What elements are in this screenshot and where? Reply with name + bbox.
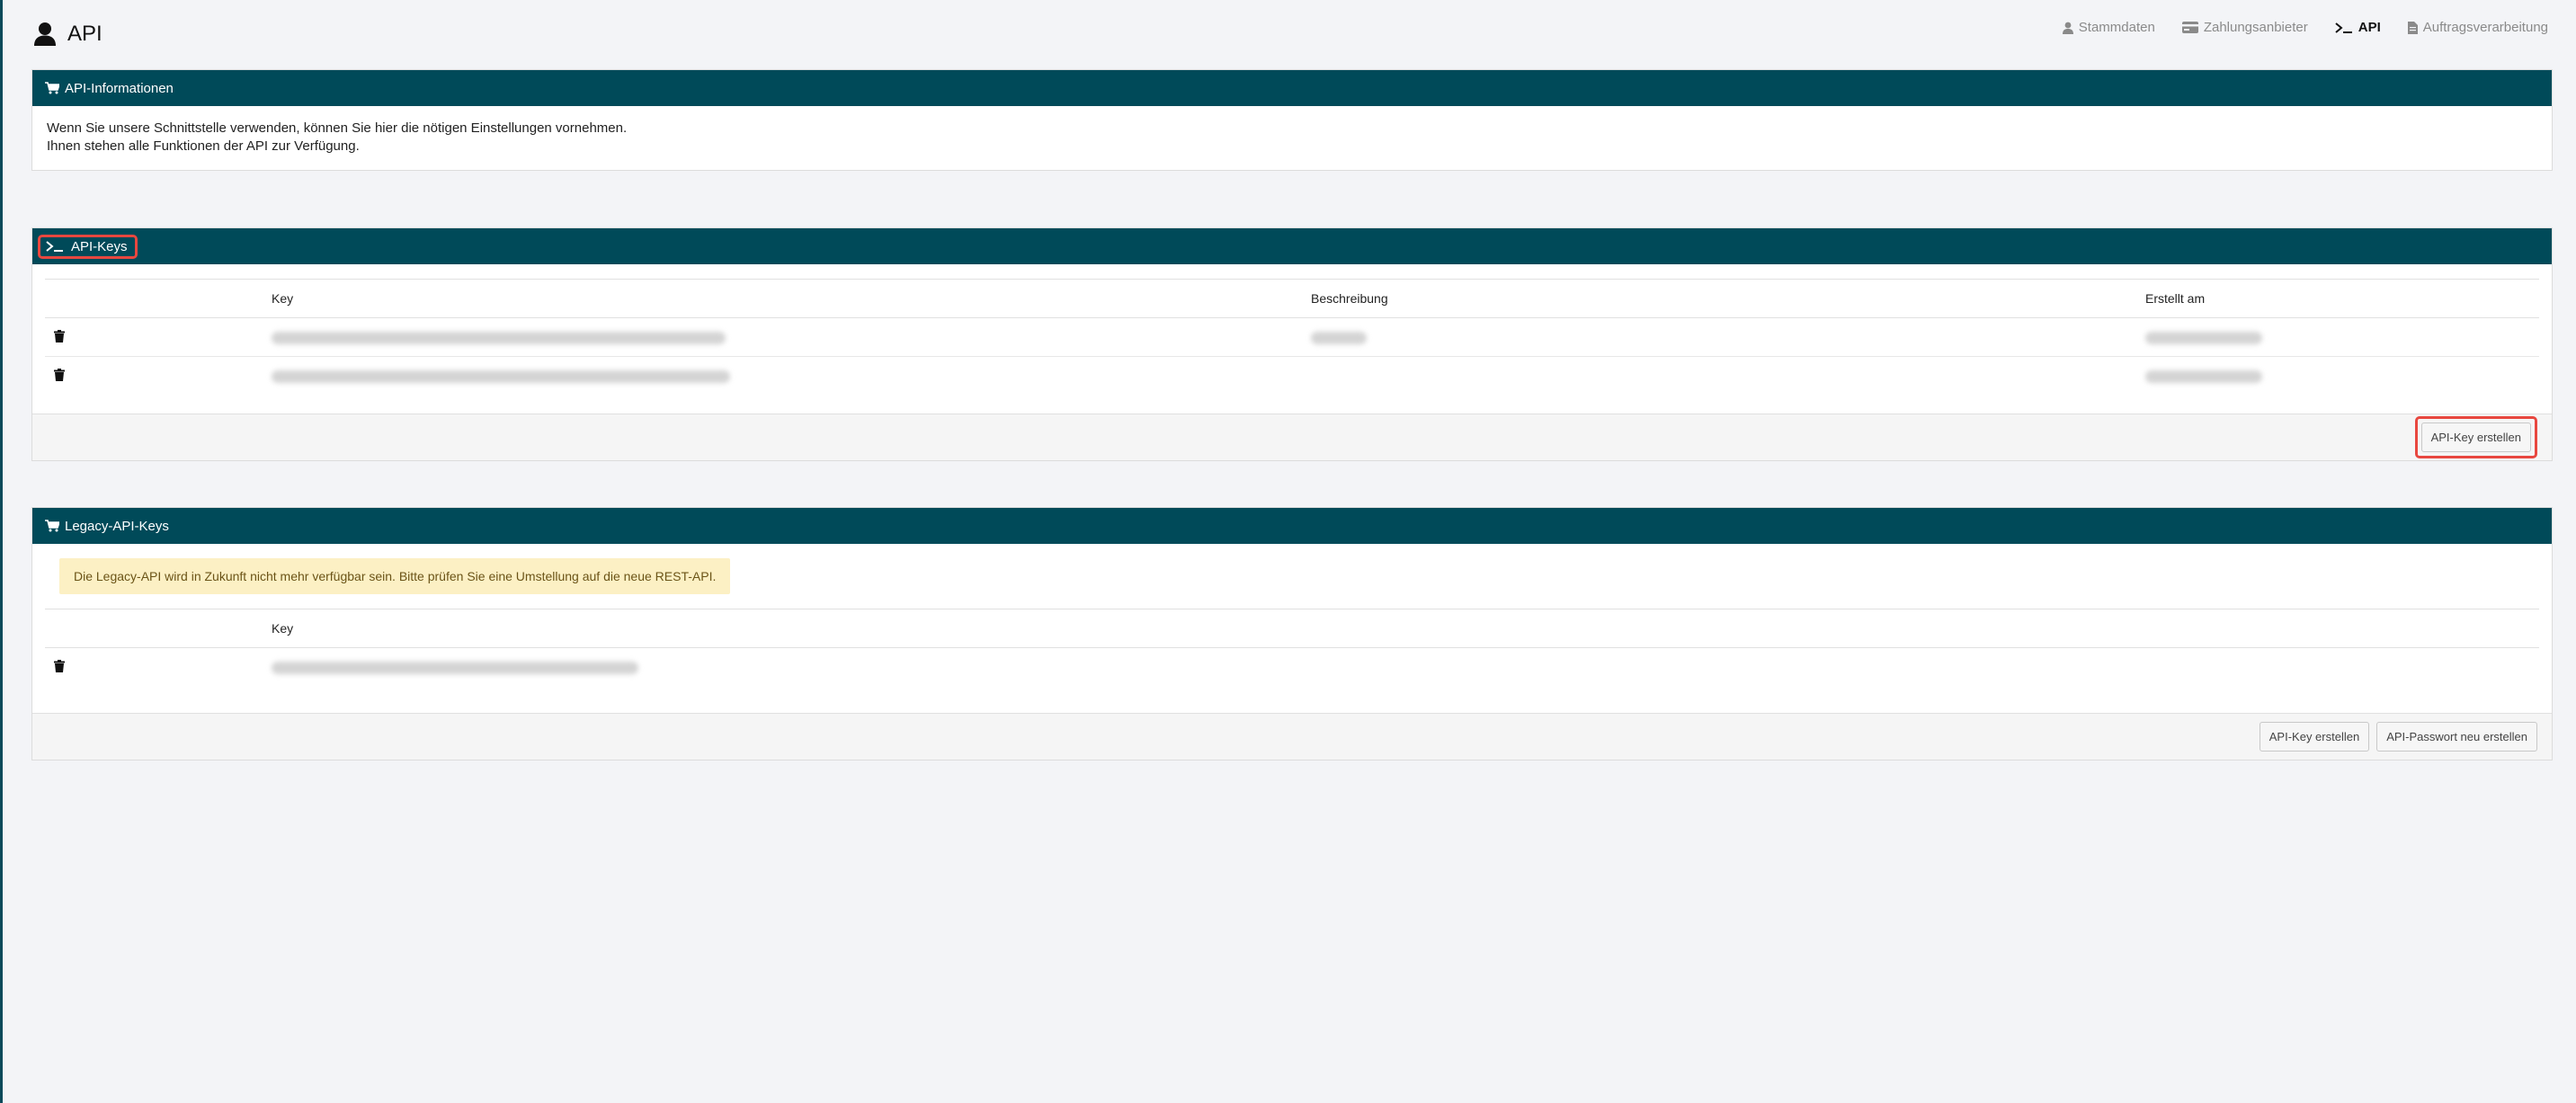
legacy-table-wrap: Key xyxy=(32,609,2552,686)
description-value-empty xyxy=(1310,357,2144,396)
page: API Stammdaten Zahlungsanbieter API Auft… xyxy=(3,0,2576,1103)
trash-icon[interactable] xyxy=(54,659,65,672)
create-api-key-button[interactable]: API-Key erstellen xyxy=(2420,423,2531,452)
info-line-2: Ihnen stehen alle Funktionen der API zur… xyxy=(47,138,360,154)
panel-title: API-Informationen xyxy=(65,80,174,96)
nav-item-auftragsverarbeitung[interactable]: Auftragsverarbeitung xyxy=(2407,20,2548,35)
api-keys-table: Key Beschreibung Erstellt am xyxy=(45,279,2539,395)
panel-title: API-Keys xyxy=(71,238,128,254)
regenerate-api-password-button[interactable]: API-Passwort neu erstellen xyxy=(2376,722,2537,752)
key-value-redacted xyxy=(271,648,2539,687)
nav-item-stammdaten[interactable]: Stammdaten xyxy=(2062,20,2155,35)
info-text: Wenn Sie unsere Schnittstelle verwenden,… xyxy=(32,106,2552,168)
legacy-warning-alert: Die Legacy-API wird in Zukunft nicht meh… xyxy=(59,558,731,594)
column-actions xyxy=(45,609,271,648)
api-keys-table-wrap: Key Beschreibung Erstellt am xyxy=(32,264,2552,395)
file-icon xyxy=(2407,21,2418,34)
row-actions xyxy=(45,648,271,687)
nav-item-api[interactable]: API xyxy=(2335,20,2381,35)
nav-item-label: Zahlungsanbieter xyxy=(2203,20,2308,35)
cart-icon xyxy=(45,520,59,532)
user-icon xyxy=(34,22,56,46)
created-value-redacted xyxy=(2144,317,2539,357)
info-line-1: Wenn Sie unsere Schnittstelle verwenden,… xyxy=(47,120,628,136)
credit-card-icon xyxy=(2181,22,2198,33)
create-api-key-highlight: API-Key erstellen xyxy=(2414,416,2537,458)
api-keys-footer: API-Key erstellen xyxy=(32,414,2552,460)
table-header-row: Key xyxy=(45,609,2539,648)
legacy-create-api-key-button[interactable]: API-Key erstellen xyxy=(2259,722,2370,752)
legacy-api-keys-panel: Legacy-API-Keys Die Legacy-API wird in Z… xyxy=(31,507,2553,761)
nav-item-label: Auftragsverarbeitung xyxy=(2422,20,2548,35)
api-keys-title-highlight: API-Keys xyxy=(38,234,138,259)
column-actions xyxy=(45,279,271,318)
column-created: Erstellt am xyxy=(2144,279,2539,318)
terminal-icon xyxy=(2335,22,2352,33)
description-value-redacted xyxy=(1310,317,2144,357)
table-row xyxy=(45,648,2539,687)
cart-icon xyxy=(45,82,59,94)
key-value-redacted xyxy=(271,317,1310,357)
api-keys-panel: API-Keys Key Beschreibung Erstellt am AP… xyxy=(31,227,2553,461)
column-key: Key xyxy=(271,279,1310,318)
nav-item-zahlungsanbieter[interactable]: Zahlungsanbieter xyxy=(2181,20,2308,35)
trash-icon[interactable] xyxy=(54,329,65,342)
table-row xyxy=(45,357,2539,396)
top-nav: Stammdaten Zahlungsanbieter API Auftrags… xyxy=(2036,20,2548,35)
created-value-redacted xyxy=(2144,357,2539,396)
column-key: Key xyxy=(271,609,2539,648)
terminal-icon xyxy=(46,241,63,252)
panel-header: Legacy-API-Keys xyxy=(32,508,2552,544)
info-panel: API-Informationen Wenn Sie unsere Schnit… xyxy=(31,69,2553,171)
trash-icon[interactable] xyxy=(54,368,65,381)
nav-item-label: API xyxy=(2358,20,2381,35)
user-icon xyxy=(2062,22,2073,34)
table-row xyxy=(45,317,2539,357)
table-header-row: Key Beschreibung Erstellt am xyxy=(45,279,2539,318)
legacy-footer: API-Key erstellen API-Passwort neu erste… xyxy=(32,713,2552,760)
panel-header: API-Informationen xyxy=(32,70,2552,106)
row-actions xyxy=(45,357,271,396)
nav-item-label: Stammdaten xyxy=(2078,20,2155,35)
legacy-keys-table: Key xyxy=(45,609,2539,686)
key-value-redacted xyxy=(271,357,1310,396)
page-header: API xyxy=(33,18,103,50)
panel-title: Legacy-API-Keys xyxy=(65,518,169,534)
page-title: API xyxy=(67,22,103,46)
panel-header: API-Keys xyxy=(32,228,2552,264)
row-actions xyxy=(45,317,271,357)
column-description: Beschreibung xyxy=(1310,279,2144,318)
